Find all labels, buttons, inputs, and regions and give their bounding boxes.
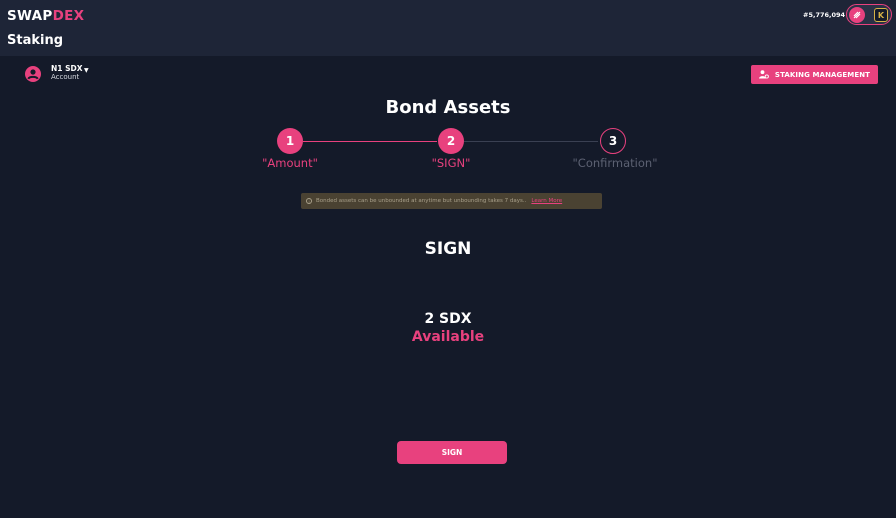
info-banner: i Bonded assets can be unbounded at anyt… <box>301 193 602 209</box>
info-icon: i <box>306 198 312 204</box>
bond-amount: 2 SDX <box>424 311 472 327</box>
sign-section-title: SIGN <box>424 239 472 259</box>
step-1-circle: 1 <box>277 128 303 154</box>
sign-button[interactable]: SIGN <box>397 441 507 464</box>
step-1-label: "Amount" <box>262 156 318 170</box>
step-3-circle: 3 <box>600 128 626 154</box>
progress-stepper: 1 2 3 "Amount" "SIGN" "Confirmation" <box>0 0 896 180</box>
step-2-circle: 2 <box>438 128 464 154</box>
step-2-label: "SIGN" <box>431 156 471 170</box>
step-3-label: "Confirmation" <box>572 156 658 170</box>
info-text: Bonded assets can be unbounded at anytim… <box>316 198 527 204</box>
available-label: Available <box>411 329 485 345</box>
learn-more-link[interactable]: Learn More <box>531 198 562 204</box>
step-connector-1 <box>303 141 437 142</box>
step-connector-2 <box>464 141 598 142</box>
